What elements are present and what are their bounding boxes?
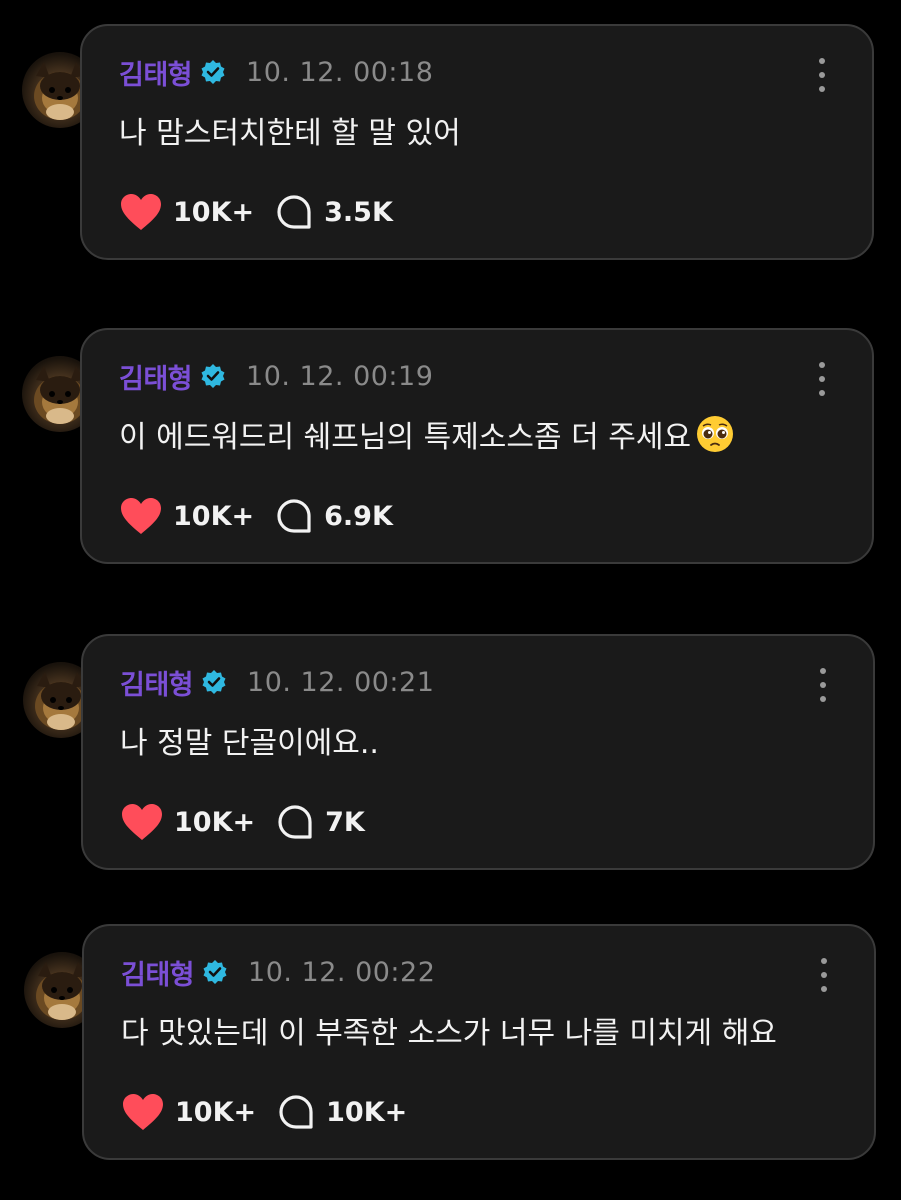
more-options-icon[interactable] bbox=[812, 362, 832, 396]
post-actions: 10K+ 3.5K bbox=[119, 190, 393, 234]
post-2: 김태형 10. 12. 00:19 이 에드워드리 쉐프님의 특제소스좀 더 주… bbox=[22, 328, 874, 564]
reply-count: 3.5K bbox=[324, 196, 393, 228]
reply-count: 10K+ bbox=[326, 1096, 408, 1128]
post-actions: 10K+ 10K+ bbox=[121, 1090, 407, 1134]
post-header: 김태형 10. 12. 00:19 bbox=[119, 357, 434, 396]
more-options-icon[interactable] bbox=[813, 668, 833, 702]
like-heart-icon[interactable] bbox=[119, 496, 163, 536]
post-header: 김태형 10. 12. 00:21 bbox=[120, 663, 435, 702]
reply-count: 7K bbox=[325, 806, 365, 838]
post-timestamp: 10. 12. 00:18 bbox=[246, 56, 434, 88]
post-text-content: 이 에드워드리 쉐프님의 특제소스좀 더 주세요 bbox=[119, 420, 692, 455]
post-timestamp: 10. 12. 00:21 bbox=[247, 666, 435, 698]
like-count: 10K+ bbox=[173, 196, 255, 228]
like-heart-icon[interactable] bbox=[121, 1092, 165, 1132]
reply-bubble-icon[interactable] bbox=[278, 1094, 314, 1130]
more-options-icon[interactable] bbox=[812, 58, 832, 92]
post-card[interactable]: 김태형 10. 12. 00:18 나 맘스터치한테 할 말 있어 10K+ 3… bbox=[80, 24, 874, 260]
post-text: 나 맘스터치한테 할 말 있어 bbox=[119, 108, 461, 152]
verified-badge-icon bbox=[200, 363, 226, 389]
post-card[interactable]: 김태형 10. 12. 00:19 이 에드워드리 쉐프님의 특제소스좀 더 주… bbox=[80, 328, 874, 564]
like-heart-icon[interactable] bbox=[119, 192, 163, 232]
author-name[interactable]: 김태형 bbox=[119, 53, 193, 92]
author-name[interactable]: 김태형 bbox=[119, 357, 193, 396]
post-text-content: 다 맛있는데 이 부족한 소스가 너무 나를 미치게 해요 bbox=[121, 1016, 777, 1051]
post-1: 김태형 10. 12. 00:18 나 맘스터치한테 할 말 있어 10K+ 3… bbox=[22, 24, 874, 260]
reply-bubble-icon[interactable] bbox=[276, 194, 312, 230]
pleading-face-emoji-icon bbox=[695, 414, 735, 454]
post-3: 김태형 10. 12. 00:21 나 정말 단골이에요.. 10K+ 7K bbox=[23, 634, 875, 870]
post-actions: 10K+ 6.9K bbox=[119, 494, 393, 538]
post-text-content: 나 정말 단골이에요.. bbox=[120, 726, 379, 761]
post-text: 나 정말 단골이에요.. bbox=[120, 718, 379, 762]
verified-badge-icon bbox=[200, 59, 226, 85]
like-count: 10K+ bbox=[175, 1096, 257, 1128]
post-card[interactable]: 김태형 10. 12. 00:22 다 맛있는데 이 부족한 소스가 너무 나를… bbox=[82, 924, 876, 1160]
verified-badge-icon bbox=[202, 959, 228, 985]
verified-badge-icon bbox=[201, 669, 227, 695]
reply-count: 6.9K bbox=[324, 500, 393, 532]
like-count: 10K+ bbox=[173, 500, 255, 532]
reply-bubble-icon[interactable] bbox=[277, 804, 313, 840]
like-count: 10K+ bbox=[174, 806, 256, 838]
like-heart-icon[interactable] bbox=[120, 802, 164, 842]
post-4: 김태형 10. 12. 00:22 다 맛있는데 이 부족한 소스가 너무 나를… bbox=[24, 924, 876, 1160]
author-name[interactable]: 김태형 bbox=[120, 663, 194, 702]
post-timestamp: 10. 12. 00:22 bbox=[248, 956, 436, 988]
post-timestamp: 10. 12. 00:19 bbox=[246, 360, 434, 392]
post-text: 다 맛있는데 이 부족한 소스가 너무 나를 미치게 해요 bbox=[121, 1008, 777, 1052]
author-name[interactable]: 김태형 bbox=[121, 953, 195, 992]
post-header: 김태형 10. 12. 00:18 bbox=[119, 53, 434, 92]
post-header: 김태형 10. 12. 00:22 bbox=[121, 953, 436, 992]
post-actions: 10K+ 7K bbox=[120, 800, 365, 844]
post-text: 이 에드워드리 쉐프님의 특제소스좀 더 주세요 bbox=[119, 412, 735, 456]
reply-bubble-icon[interactable] bbox=[276, 498, 312, 534]
post-text-content: 나 맘스터치한테 할 말 있어 bbox=[119, 116, 461, 151]
more-options-icon[interactable] bbox=[814, 958, 834, 992]
post-card[interactable]: 김태형 10. 12. 00:21 나 정말 단골이에요.. 10K+ 7K bbox=[81, 634, 875, 870]
